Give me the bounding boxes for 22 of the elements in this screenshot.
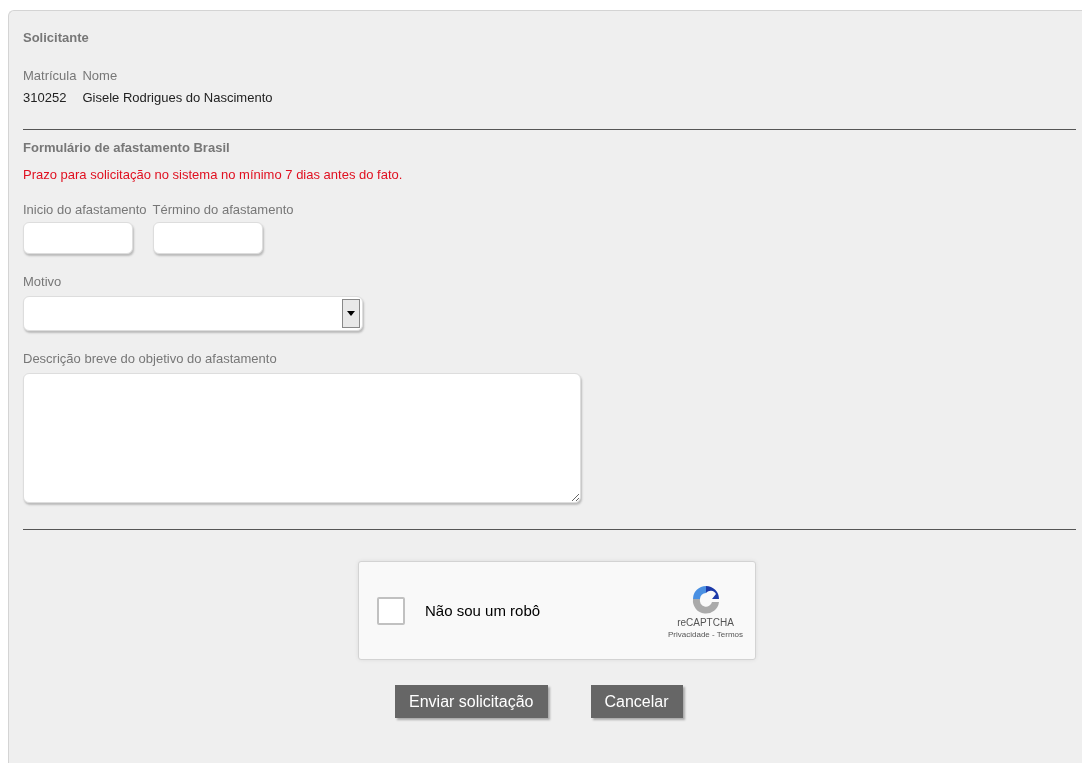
field-label: Descrição breve do objetivo do afastamento [23,351,277,367]
brand-text: reCAPTCHA [677,616,734,628]
caret-icon [347,311,355,316]
date-field[interactable] [23,222,133,254]
notice-text: Prazo para solicitação no sistema no mínimo 7 dias antes do fato. [23,167,404,183]
field-value: Gisele Rodrigues do Nascimento [82,90,273,106]
cancel-button[interactable]: Cancelar [590,685,683,718]
description-field[interactable] [23,373,581,503]
field-label: Motivo [23,274,62,290]
field-label: Inicio do afastamento [23,202,147,218]
date-field[interactable] [152,222,263,254]
dropdown-button[interactable] [342,299,360,328]
section-title: Solicitante [23,30,90,46]
privacy-terms-link[interactable]: Privacidade - Termos [668,629,743,639]
captcha-label: Não sou um robô [425,602,542,619]
field-label: Matrícula [23,68,77,84]
field-value: 310252 [23,90,68,106]
field-label: Nome [82,68,119,84]
field-label: Término do afastamento [152,202,294,218]
submit-button[interactable]: Enviar solicitação [395,685,548,718]
section-title: Formulário de afastamento Brasil [23,140,231,156]
captcha-checkbox[interactable] [377,596,405,625]
